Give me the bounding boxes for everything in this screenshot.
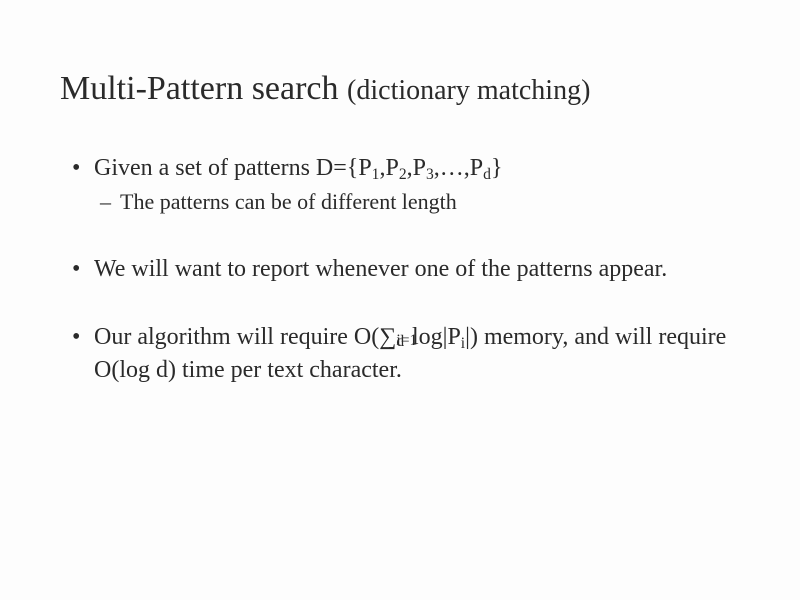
sigma-symbol: ∑ [379, 324, 396, 350]
bullet-2: We will want to report whenever one of t… [94, 253, 740, 285]
title-subtitle: (dictionary matching) [347, 75, 590, 106]
bullet-1-sub: The patterns can be of different length [120, 188, 740, 217]
bullet-3: Our algorithm will require O(∑di=1log|Pi… [94, 321, 740, 386]
sub-bullet-list: The patterns can be of different length [94, 188, 740, 217]
bullet-1: Given a set of patterns D={P1,P2,P3,…,Pd… [94, 152, 740, 217]
bullet-list: Given a set of patterns D={P1,P2,P3,…,Pd… [60, 152, 740, 386]
bullet-1-text: Given a set of patterns D={P1,P2,P3,…,Pd… [94, 155, 502, 181]
slide-title: Multi-Pattern search (dictionary matchin… [60, 70, 740, 108]
slide: Multi-Pattern search (dictionary matchin… [0, 0, 800, 600]
title-main: Multi-Pattern search [60, 70, 347, 107]
